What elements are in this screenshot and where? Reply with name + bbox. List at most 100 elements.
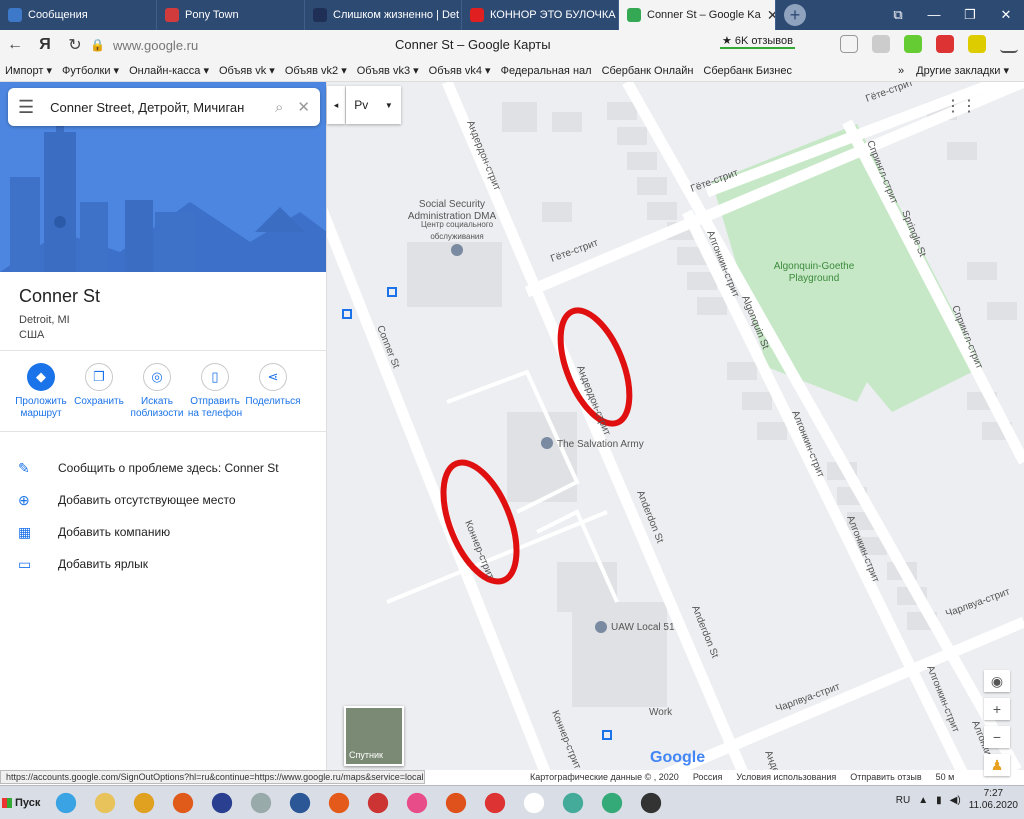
other-bookmarks[interactable]: Другие закладки ▾ xyxy=(916,64,1009,77)
back-icon[interactable]: ← xyxy=(0,36,30,54)
close-window-button[interactable]: ✕ xyxy=(988,0,1024,30)
place-name: Conner St xyxy=(19,286,101,306)
bookmark-item[interactable]: Онлайн-касса ▾ xyxy=(129,64,209,77)
taskbar-app-icon[interactable] xyxy=(400,788,434,817)
page-title: Conner St – Google Карты xyxy=(395,37,551,52)
contribute-link[interactable]: ✎ Сообщить о проблеме здесь: Conner St xyxy=(18,452,279,484)
action-row: ◆ Проложить маршрут ❐ Сохранить ◎ Искать побл… xyxy=(12,363,302,420)
taskbar-app-icon[interactable] xyxy=(322,788,356,817)
bookmark-item[interactable]: Объяв vk2 ▾ xyxy=(285,64,347,77)
divider xyxy=(0,350,326,351)
maximize-button[interactable]: ❐ xyxy=(952,0,988,30)
apps-grid-icon[interactable]: ⋮⋮ xyxy=(945,96,977,116)
satellite-toggle[interactable]: Спутник xyxy=(344,706,404,766)
divider xyxy=(0,431,326,432)
taskbar-app-icon[interactable] xyxy=(49,788,83,817)
map-roads: Андердон-стрит Гёте-стритГёте-стритГёте-с… xyxy=(327,82,1024,770)
map-footer-item[interactable]: Условия использования xyxy=(736,772,836,782)
browser-tab[interactable]: Pony Town xyxy=(157,0,305,30)
protect-icon[interactable] xyxy=(872,35,890,53)
bookmark-item[interactable]: Объяв vk ▾ xyxy=(219,64,275,77)
bookmark-item[interactable]: Объяв vk3 ▾ xyxy=(357,64,419,77)
map-label: The Salvation Army xyxy=(557,439,644,450)
search-input[interactable]: Conner Street, Детройт, Мичиган xyxy=(50,100,275,115)
start-button[interactable]: Пуск xyxy=(2,790,44,816)
browser-tab[interactable]: Слишком жизненно | Det xyxy=(305,0,462,30)
tab-label: Pony Town xyxy=(185,9,239,21)
directions-icon: ◆ xyxy=(27,363,55,391)
tab-close-icon[interactable]: ✕ xyxy=(767,7,775,24)
new-tab-button[interactable]: + xyxy=(784,4,806,26)
map-footer-item[interactable]: Россия xyxy=(693,772,723,782)
taskbar-app-icon[interactable] xyxy=(556,788,590,817)
taskbar: Пуск RU ▲ ▮ ◀) 7:27 11.06.2020 xyxy=(0,785,1024,819)
search-icon[interactable]: ⌕ xyxy=(275,99,283,116)
taskbar-app-icon[interactable] xyxy=(517,788,551,817)
browser-tab[interactable]: КОННОР ЭТО БУЛОЧКА ( xyxy=(462,0,619,30)
extension-smile-icon[interactable] xyxy=(968,35,986,53)
bookmark-item[interactable]: Футболки ▾ xyxy=(62,64,119,77)
browser-tab[interactable]: Conner St – Google Ka ✕ xyxy=(619,0,776,30)
taskbar-app-icon[interactable] xyxy=(166,788,200,817)
google-logo: Google xyxy=(650,749,706,766)
language-indicator[interactable]: RU xyxy=(896,795,910,806)
my-location-button[interactable]: ◉ xyxy=(984,670,1010,692)
network-icon[interactable]: ▮ xyxy=(936,795,942,806)
action-directions-button[interactable]: ◆ Проложить маршрут xyxy=(12,363,70,420)
bookmark-item[interactable]: Импорт ▾ xyxy=(5,64,52,77)
zoom-out-button[interactable]: − xyxy=(984,726,1010,748)
reload-icon[interactable]: ↻ xyxy=(60,35,90,55)
bookmark-item[interactable]: Объяв vk4 ▾ xyxy=(429,64,491,77)
action-nearby-button[interactable]: ◎ Искать поблизости xyxy=(128,363,186,420)
taskbar-app-icon[interactable] xyxy=(205,788,239,817)
extension-bug-icon[interactable] xyxy=(936,35,954,53)
taskbar-app-icon[interactable] xyxy=(283,788,317,817)
action-phone-button[interactable]: ▯ Отправить на телефон xyxy=(186,363,244,420)
close-icon[interactable]: ✕ xyxy=(297,98,310,116)
clock[interactable]: 7:27 11.06.2020 xyxy=(969,788,1018,812)
reviews-badge[interactable]: ★ 6K отзывов xyxy=(720,34,795,49)
taskbar-app-icon[interactable] xyxy=(361,788,395,817)
action-share-button[interactable]: ⋖ Поделиться xyxy=(244,363,302,420)
downloads-icon[interactable] xyxy=(1000,35,1018,53)
browser-tab[interactable]: Сообщения xyxy=(0,0,157,30)
bookmark-item[interactable]: Федеральная нал xyxy=(501,65,592,77)
contribute-link[interactable]: ▭ Добавить ярлык xyxy=(18,548,279,580)
bookmark-item[interactable]: Сбербанк Бизнес xyxy=(703,65,792,77)
system-tray: RU ▲ ▮ ◀) 7:27 11.06.2020 xyxy=(896,788,1018,812)
url-field[interactable]: www.google.ru xyxy=(113,38,198,53)
layer-selector[interactable]: Рv ▼ xyxy=(346,86,401,124)
map-label: Social Security Administration DMA xyxy=(408,199,497,222)
action-bookmark-button[interactable]: ❐ Сохранить xyxy=(70,363,128,420)
bookmarks-more-button[interactable]: » xyxy=(898,65,904,77)
tab-label: Conner St – Google Ka xyxy=(647,9,761,21)
bookmark-item[interactable]: Сбербанк Онлайн xyxy=(602,65,694,77)
taskbar-app-icon[interactable] xyxy=(88,788,122,817)
tray-arrow-icon[interactable]: ▲ xyxy=(918,795,928,806)
collapse-panel-button[interactable]: ◂ xyxy=(327,86,345,124)
bookmarks-bar: Импорт ▾ Футболки ▾ Онлайн-касса ▾ Объяв vk… xyxy=(0,60,1024,82)
taskbar-app-icon[interactable] xyxy=(244,788,278,817)
pegman-icon[interactable]: ♟ xyxy=(984,754,1010,776)
bookmark-page-icon[interactable] xyxy=(840,35,858,53)
taskbar-app-icon[interactable] xyxy=(634,788,668,817)
search-box[interactable]: ☰ Conner Street, Детройт, Мичиган ⌕ ✕ xyxy=(8,88,320,126)
map-canvas[interactable]: Андердон-стрит Гёте-стрит Гёте-стрит Гёте-с… xyxy=(327,82,1024,770)
zoom-in-button[interactable]: + xyxy=(984,698,1010,720)
place-country: США xyxy=(19,329,45,341)
taskbar-app-icon[interactable] xyxy=(595,788,629,817)
extension-download-icon[interactable] xyxy=(904,35,922,53)
volume-icon[interactable]: ◀) xyxy=(950,795,961,806)
menu-icon[interactable]: ☰ xyxy=(18,97,34,118)
contribute-link[interactable]: ⊕ Добавить отсутствующее место xyxy=(18,484,279,516)
taskbar-app-icon[interactable] xyxy=(439,788,473,817)
contribute-link[interactable]: ▦ Добавить компанию xyxy=(18,516,279,548)
yandex-logo-icon[interactable]: Я xyxy=(30,36,60,54)
map-footer-item[interactable]: Отправить отзыв xyxy=(850,772,921,782)
tabs-list-button[interactable]: ⧉ xyxy=(880,0,916,30)
taskbar-app-icon[interactable] xyxy=(127,788,161,817)
chevron-down-icon: ▼ xyxy=(384,100,393,110)
place-city: Detroit, MI xyxy=(19,314,70,326)
minimize-button[interactable]: — xyxy=(916,0,952,30)
taskbar-app-icon[interactable] xyxy=(478,788,512,817)
